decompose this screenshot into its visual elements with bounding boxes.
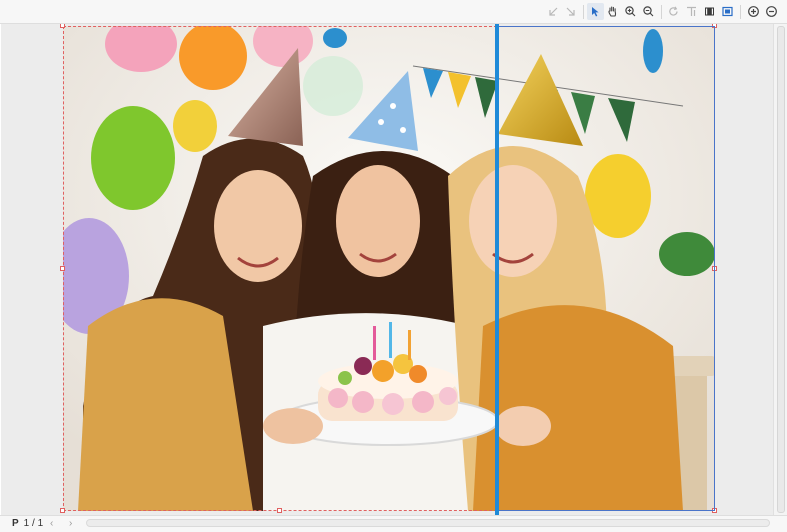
plus-circle-icon[interactable] [745, 3, 762, 20]
rotate-icon[interactable] [665, 3, 682, 20]
resize-handle[interactable] [60, 24, 65, 28]
filmstrip-icon[interactable] [701, 3, 718, 20]
toolbar-separator [661, 5, 662, 19]
fit-screen-icon[interactable] [719, 3, 736, 20]
resize-handle[interactable] [277, 508, 282, 513]
page-prefix: P [12, 518, 19, 529]
resize-handle[interactable] [60, 266, 65, 271]
resize-handle[interactable] [712, 266, 717, 271]
vertical-scrollbar[interactable] [773, 24, 787, 515]
prev-page-button[interactable]: ‹ [50, 518, 53, 529]
cursor-arrow-icon[interactable] [587, 3, 604, 20]
text-size-icon[interactable] [683, 3, 700, 20]
toolbar-separator [583, 5, 584, 19]
resize-handle[interactable] [712, 508, 717, 513]
party-photo [63, 26, 715, 511]
status-bar: P 1 / 1 ‹ › [0, 515, 787, 532]
magnifier-plus-icon[interactable] [622, 3, 639, 20]
magnifier-minus-icon[interactable] [640, 3, 657, 20]
viewer-toolbar [0, 0, 787, 24]
split-divider[interactable] [495, 24, 499, 515]
toolbar-separator [740, 5, 741, 19]
page-count: 1 / 1 [23, 518, 44, 529]
horizontal-scrollbar[interactable] [86, 519, 770, 527]
arrow-down-right-icon[interactable] [562, 3, 579, 20]
minus-circle-icon[interactable] [763, 3, 780, 20]
scrollbar-thumb[interactable] [777, 26, 785, 513]
image-viewport[interactable] [1, 24, 773, 515]
arrow-down-left-icon[interactable] [545, 3, 562, 20]
resize-handle[interactable] [60, 508, 65, 513]
hand-icon[interactable] [604, 3, 621, 20]
page-indicator: P 1 / 1 [12, 518, 43, 529]
next-page-button[interactable]: › [69, 518, 72, 529]
resize-handle[interactable] [712, 24, 717, 28]
